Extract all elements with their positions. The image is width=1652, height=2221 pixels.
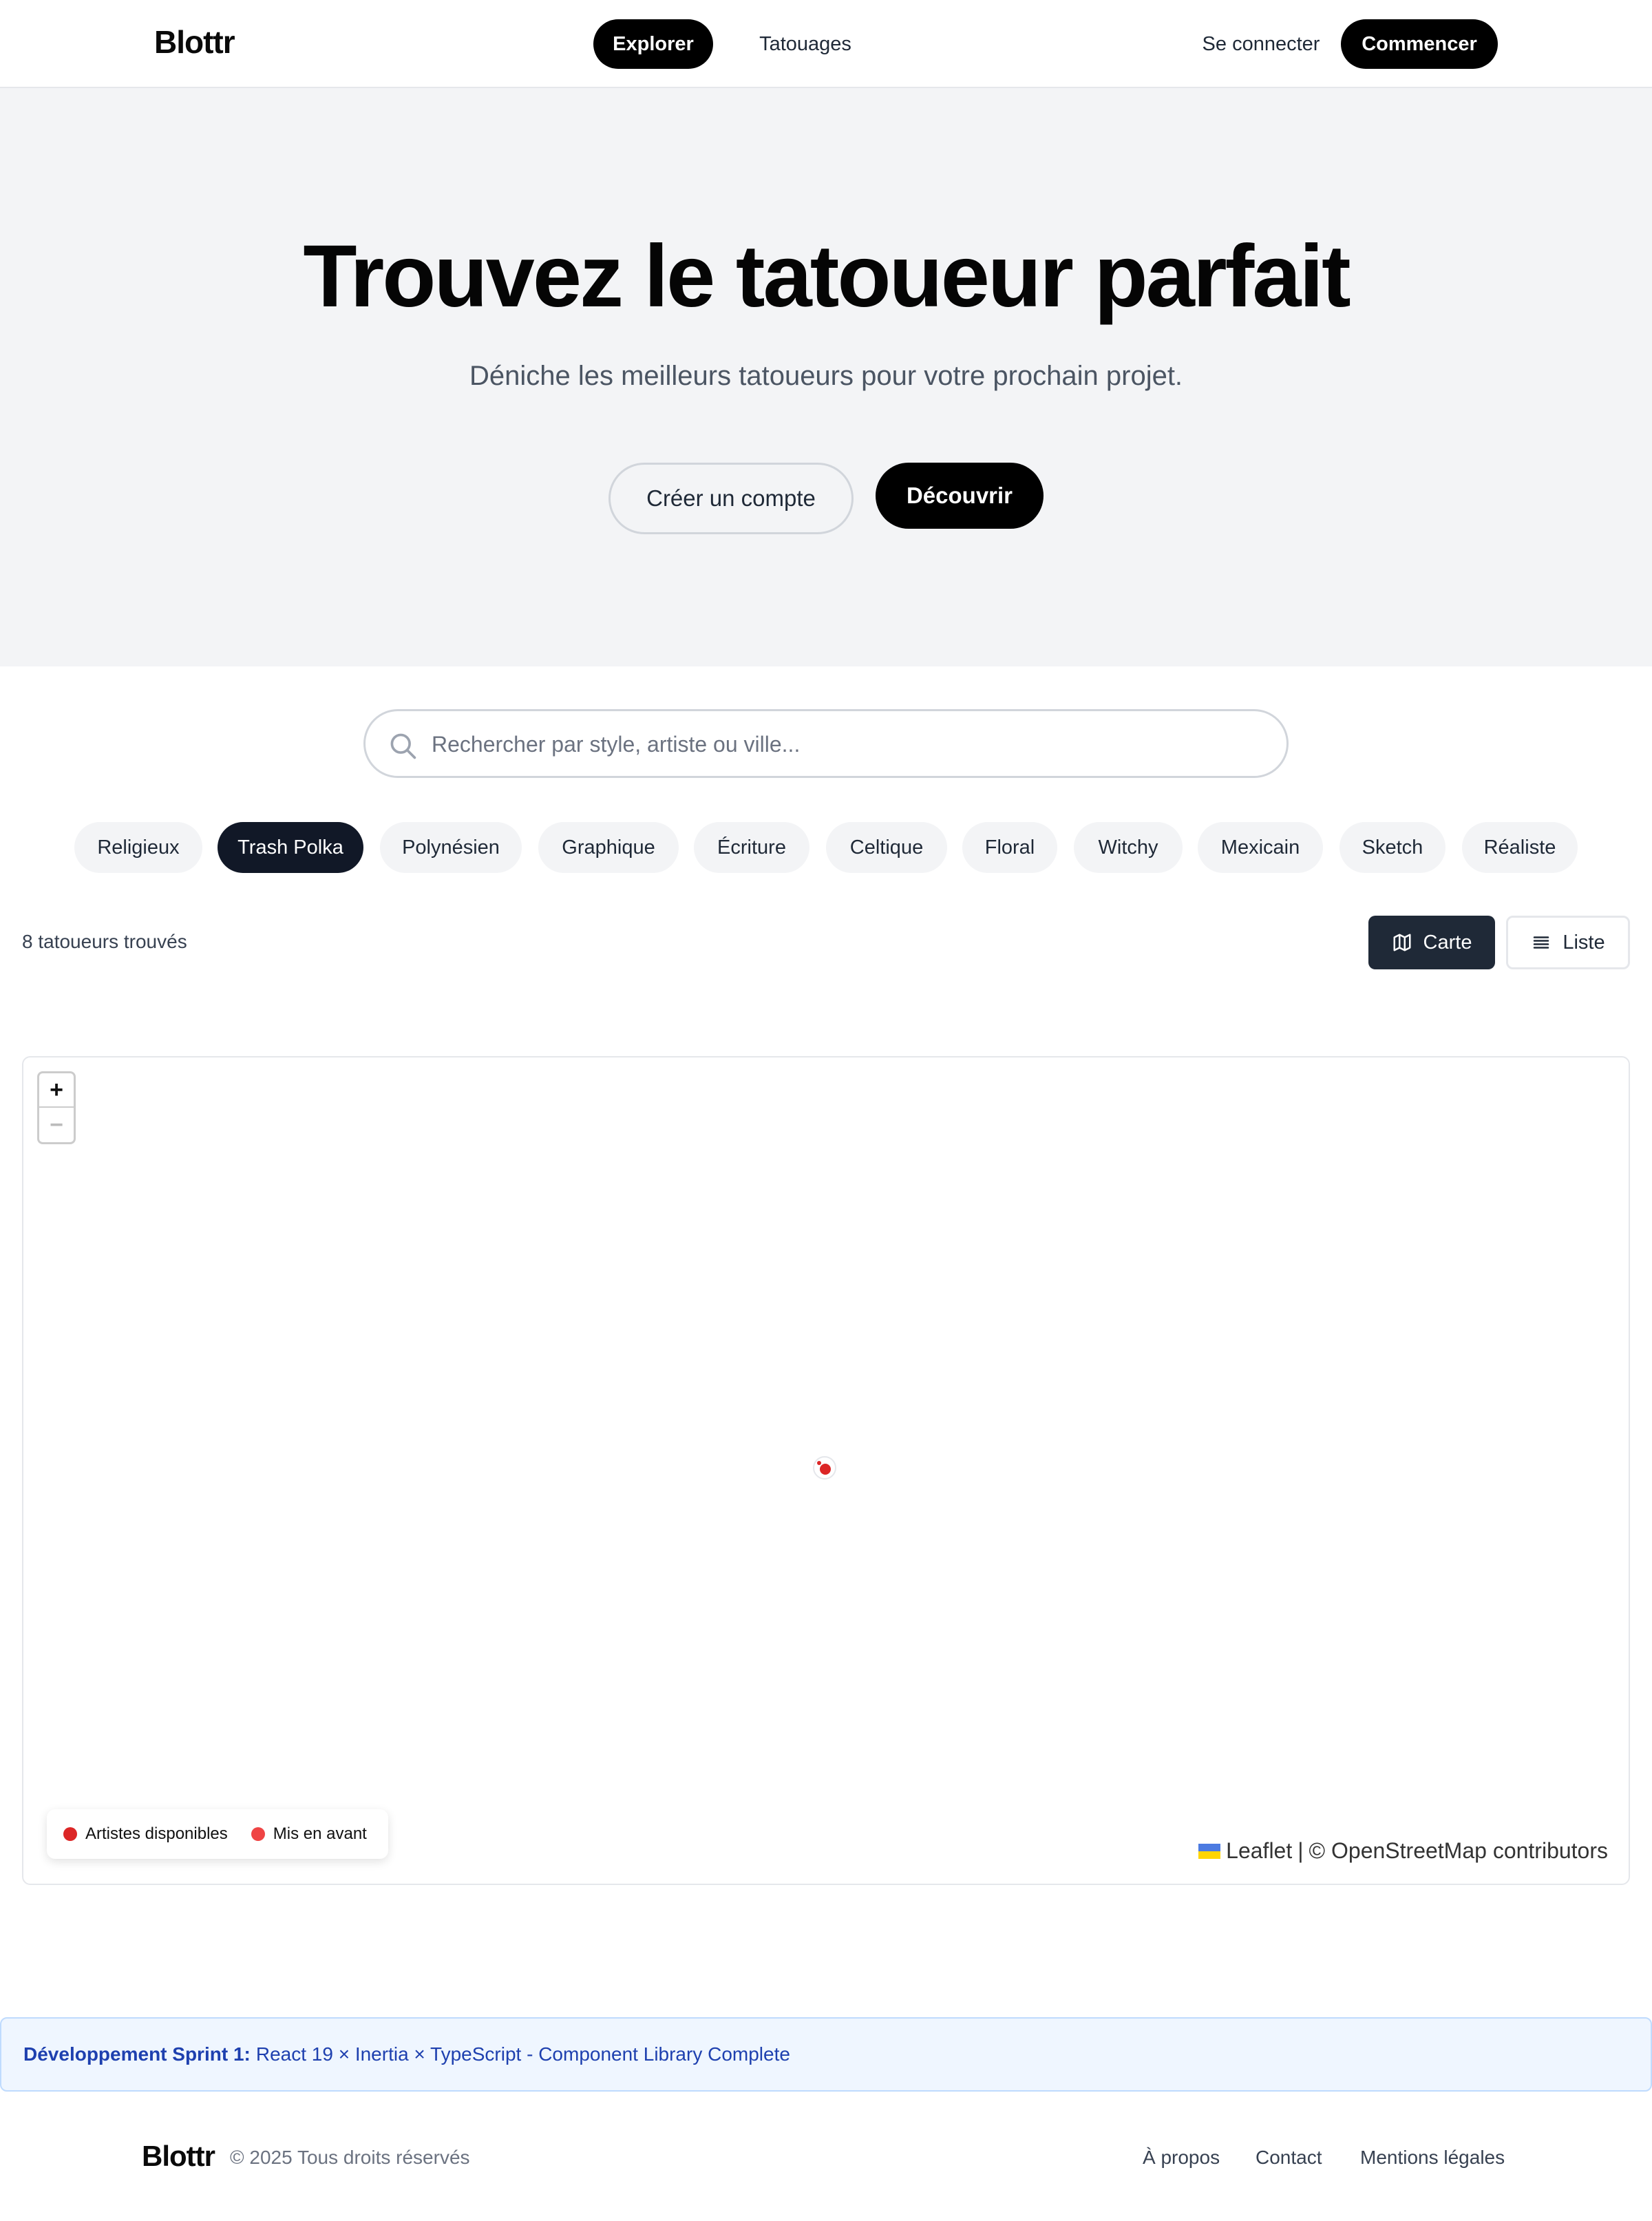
chip-celtique[interactable]: Celtique <box>826 822 947 873</box>
chip-realiste[interactable]: Réaliste <box>1462 822 1578 873</box>
login-link[interactable]: Se connecter <box>1185 19 1337 69</box>
zoom-in-button[interactable]: + <box>39 1073 74 1108</box>
attribution-separator: | <box>1298 1838 1304 1863</box>
footer-link-legal[interactable]: Mentions légales <box>1360 2147 1505 2169</box>
zoom-out-button[interactable]: − <box>39 1108 74 1142</box>
artist-map[interactable]: + − Artistes disponibles Mis en avant Le… <box>22 1056 1630 1885</box>
ukraine-flag-icon <box>1198 1843 1221 1859</box>
legend-featured: Mis en avant <box>251 1824 367 1844</box>
hero-section: Trouvez le tatoueur parfait Déniche les … <box>0 88 1652 666</box>
list-view-button[interactable]: Liste <box>1506 916 1630 969</box>
footer-link-contact[interactable]: Contact <box>1256 2147 1322 2169</box>
style-filter-chips: Religieux Trash Polka Polynésien Graphiq… <box>0 822 1652 873</box>
hero-title: Trouvez le tatoueur parfait <box>303 227 1351 326</box>
dev-banner-text: React 19 × Inertia × TypeScript - Compon… <box>255 2043 790 2065</box>
nav-explorer[interactable]: Explorer <box>593 19 713 69</box>
list-icon <box>1534 936 1549 949</box>
footer-logo[interactable]: Blottr <box>142 2140 215 2173</box>
chip-trash-polka[interactable]: Trash Polka <box>218 822 363 873</box>
results-count: 8 tatoueurs trouvés <box>22 931 187 952</box>
leaflet-link[interactable]: Leaflet <box>1226 1838 1292 1864</box>
osm-link[interactable]: © OpenStreetMap contributors <box>1309 1838 1608 1864</box>
chip-floral[interactable]: Floral <box>962 822 1057 873</box>
discover-button[interactable]: Découvrir <box>876 463 1044 529</box>
legend-available-label: Artistes disponibles <box>85 1824 228 1843</box>
search-input[interactable] <box>432 725 1258 764</box>
chip-ecriture[interactable]: Écriture <box>694 822 809 873</box>
map-view-label: Carte <box>1423 931 1472 954</box>
list-view-label: Liste <box>1563 931 1605 954</box>
map-icon <box>1393 934 1411 951</box>
chip-sketch[interactable]: Sketch <box>1339 822 1446 873</box>
start-button[interactable]: Commencer <box>1341 19 1498 69</box>
create-account-button[interactable]: Créer un compte <box>608 463 854 534</box>
chip-mexicain[interactable]: Mexicain <box>1198 822 1323 873</box>
search-icon <box>390 733 416 759</box>
legend-available: Artistes disponibles <box>63 1824 228 1844</box>
footer-link-about[interactable]: À propos <box>1143 2147 1220 2169</box>
legend-featured-label: Mis en avant <box>273 1824 367 1843</box>
hero-subtitle: Déniche les meilleurs tatoueurs pour vot… <box>469 361 1183 391</box>
chip-graphique[interactable]: Graphique <box>538 822 679 873</box>
footer-copyright: © 2025 Tous droits réservés <box>230 2147 470 2168</box>
dev-banner: Développement Sprint 1: React 19 × Inert… <box>0 2017 1652 2092</box>
artist-marker[interactable] <box>811 1454 838 1482</box>
legend-dot-available <box>63 1827 77 1841</box>
legend-dot-featured <box>251 1827 265 1841</box>
nav-tatouages[interactable]: Tatouages <box>748 19 863 69</box>
zoom-control: + − <box>37 1071 76 1144</box>
logo[interactable]: Blottr <box>154 23 235 61</box>
dev-banner-label: Développement Sprint 1: <box>23 2043 251 2065</box>
chip-polynesien[interactable]: Polynésien <box>380 822 522 873</box>
map-legend: Artistes disponibles Mis en avant <box>47 1809 388 1859</box>
top-navbar: Blottr Explorer Tatouages Se connecter C… <box>0 0 1652 88</box>
chip-witchy[interactable]: Witchy <box>1074 822 1183 873</box>
map-attribution: Leaflet | © OpenStreetMap contributors <box>1198 1838 1608 1864</box>
chip-religieux[interactable]: Religieux <box>74 822 202 873</box>
search-bar[interactable] <box>363 709 1289 778</box>
map-view-button[interactable]: Carte <box>1368 916 1495 969</box>
